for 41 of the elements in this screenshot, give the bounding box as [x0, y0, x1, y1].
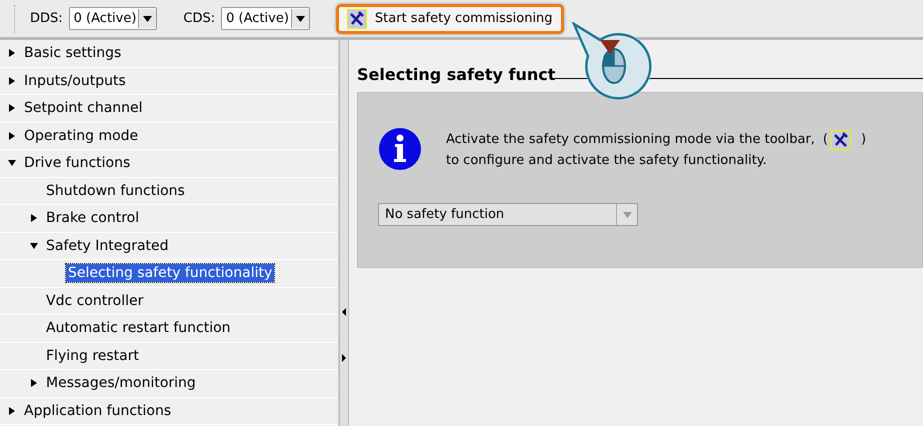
tree-item[interactable]: Vdc controller: [44, 292, 146, 310]
dds-dropdown[interactable]: 0 (Active): [68, 7, 158, 30]
info-text: to configure and activate the safety functionality.: [446, 152, 768, 170]
collapsed-arrow-icon[interactable]: [8, 406, 16, 415]
info-icon: [378, 127, 422, 171]
collapsed-arrow-icon[interactable]: [8, 49, 16, 58]
collapsed-arrow-icon[interactable]: [8, 104, 16, 112]
section-heading: Selecting safety funct: [357, 65, 556, 84]
tree-item[interactable]: Basic settings: [22, 44, 124, 62]
parenthesis: (: [822, 131, 828, 149]
dropdown-arrow-icon[interactable]: [143, 16, 152, 22]
tree-item[interactable]: Automatic restart function: [44, 319, 233, 338]
tree-item[interactable]: Selecting safety functionality: [66, 264, 274, 282]
tree-item[interactable]: Drive functions: [22, 154, 132, 172]
tree-item[interactable]: Shutdown functions: [44, 182, 187, 200]
tree-item[interactable]: Safety Integrated: [44, 236, 171, 255]
tree-item[interactable]: Setpoint channel: [22, 99, 145, 118]
tools-icon: [346, 8, 367, 28]
collapsed-arrow-icon[interactable]: [30, 379, 38, 388]
expand-right-icon[interactable]: [342, 354, 346, 362]
collapsed-arrow-icon[interactable]: [8, 132, 16, 140]
dds-label: DDS:: [30, 11, 63, 26]
tree-item[interactable]: Brake control: [44, 209, 142, 228]
expanded-arrow-icon[interactable]: [8, 159, 16, 168]
expanded-arrow-icon[interactable]: [30, 242, 38, 250]
parenthesis: ): [861, 131, 866, 149]
tree-item[interactable]: Application functions: [22, 402, 174, 420]
tree-item[interactable]: Inputs/outputs: [22, 72, 128, 90]
tools-icon: [831, 130, 851, 150]
collapsed-arrow-icon[interactable]: [30, 214, 38, 222]
cds-dropdown[interactable]: 0 (Active): [221, 7, 310, 30]
safety-function-dropdown[interactable]: No safety function: [378, 203, 638, 226]
info-text: Activate the safety commissioning mode via the toolbar,: [446, 131, 815, 149]
collapsed-arrow-icon[interactable]: [8, 76, 16, 85]
tree-item[interactable]: Messages/monitoring: [44, 374, 198, 392]
cds-label: CDS:: [183, 11, 216, 26]
tree-item[interactable]: Operating mode: [22, 126, 140, 145]
collapse-left-icon[interactable]: [342, 308, 346, 316]
start-safety-commissioning-button[interactable]: Start safety commissioning: [336, 4, 564, 34]
dropdown-arrow-icon[interactable]: [296, 16, 305, 22]
tree-item[interactable]: Flying restart: [44, 346, 141, 365]
